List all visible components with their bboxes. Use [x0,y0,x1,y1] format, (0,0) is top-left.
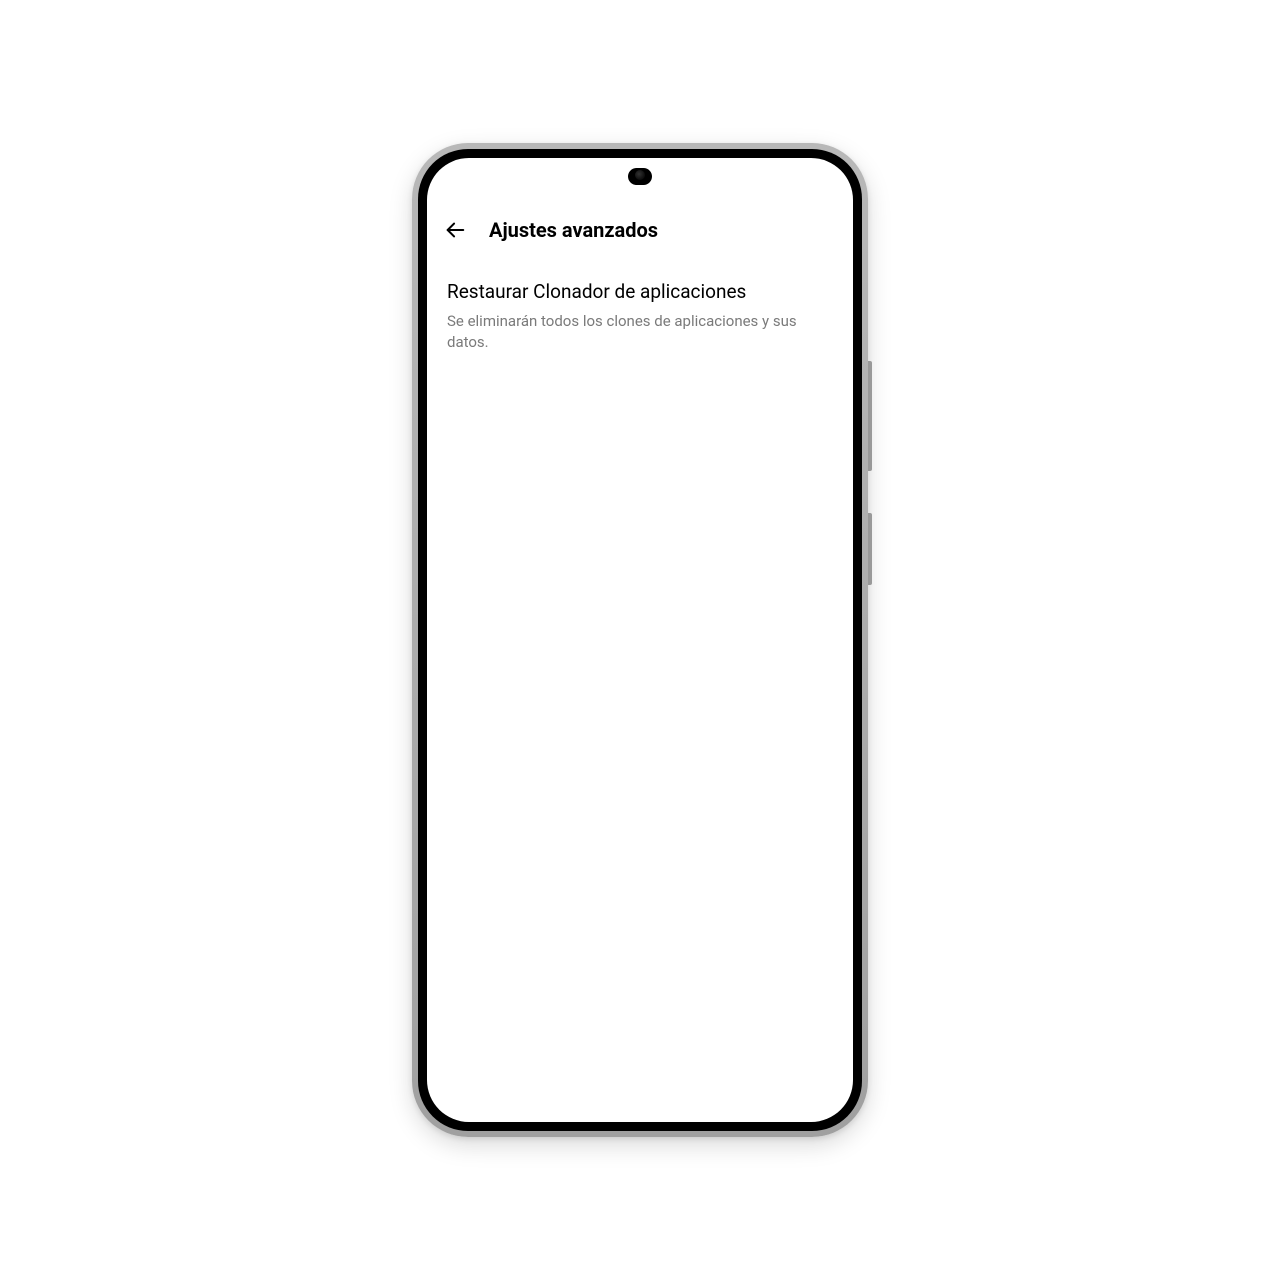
power-button [868,513,872,585]
phone-screen: Ajustes avanzados Restaurar Clonador de … [427,158,853,1122]
phone-frame: Ajustes avanzados Restaurar Clonador de … [412,143,868,1137]
camera-lens [635,170,645,180]
volume-button [868,361,872,471]
page-title: Ajustes avanzados [489,218,658,242]
header-bar: Ajustes avanzados [427,200,853,260]
restore-app-cloner-item[interactable]: Restaurar Clonador de aplicaciones Se el… [447,276,833,357]
setting-title: Restaurar Clonador de aplicaciones [447,280,833,305]
arrow-left-icon [444,219,466,241]
setting-description: Se eliminarán todos los clones de aplica… [447,311,833,353]
content-area: Restaurar Clonador de aplicaciones Se el… [427,260,853,373]
phone-bezel: Ajustes avanzados Restaurar Clonador de … [418,149,862,1131]
back-button[interactable] [443,218,467,242]
